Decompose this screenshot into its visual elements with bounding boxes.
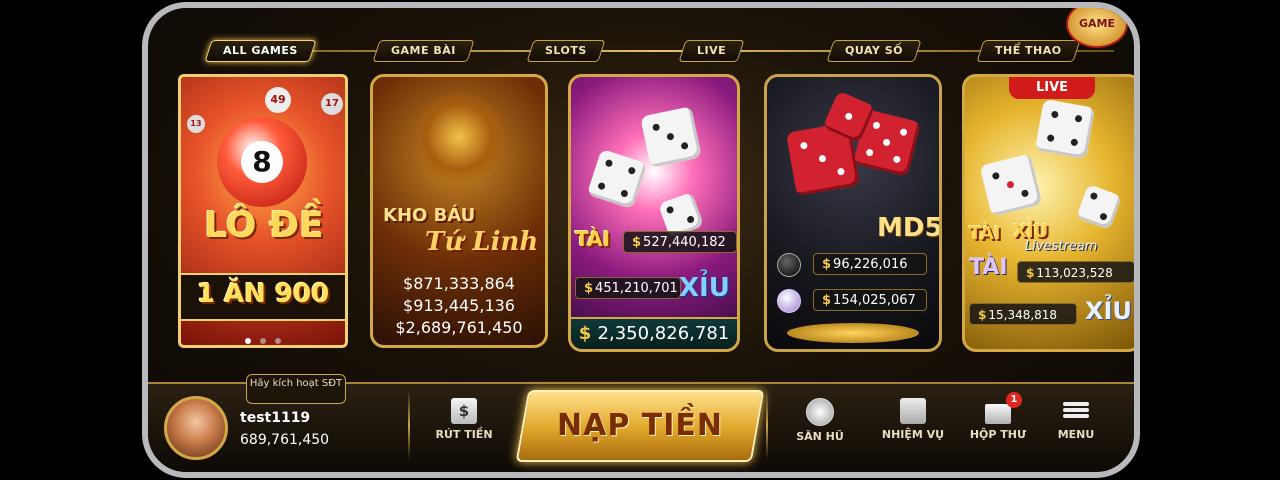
- menu-label: MENU: [1057, 428, 1095, 441]
- small-ball: 13: [187, 115, 205, 133]
- mailbox-label: HỘP THƯ: [969, 428, 1027, 441]
- card-pager: [181, 329, 345, 345]
- tab-all-games[interactable]: ALL GAMES: [204, 40, 317, 62]
- tabs-divider: [208, 50, 1114, 52]
- lottery-ball-main: 8: [217, 117, 307, 207]
- tab-quay-so[interactable]: QUAY SỐ: [826, 40, 922, 62]
- withdraw-icon: $: [451, 398, 477, 424]
- tab-label: GAME BÀI: [391, 44, 456, 57]
- missions-button[interactable]: NHIỆM VỤ: [870, 398, 956, 441]
- khobau-title-line1: KHO BÁU: [383, 205, 476, 226]
- lode-tagline: 1 ĂN 900: [196, 279, 330, 309]
- xiu-amount-pill: $451,210,701: [575, 277, 681, 299]
- divider: [408, 390, 410, 460]
- bottom-bar: Hãy kích hoạt SĐT test1119 689,761,450 $…: [148, 374, 1134, 472]
- dice-icon: [1034, 98, 1096, 160]
- game-lobby-screen: ALL GAMES GAME BÀI SLOTS LIVE QUAY SỐ TH…: [148, 8, 1134, 472]
- tab-slots[interactable]: SLOTS: [526, 40, 606, 62]
- lode-title: LÔ ĐỀ: [204, 205, 324, 246]
- md5-label: MD5: [877, 213, 942, 243]
- withdraw-button[interactable]: $ RÚT TIỀN: [424, 398, 504, 441]
- pager-dot[interactable]: [244, 338, 251, 344]
- jackpot-hunt-label: SĂN HŨ: [796, 430, 844, 443]
- jackpot-value: $913,445,136: [403, 296, 515, 315]
- mail-icon: [985, 404, 1011, 424]
- coin-pile-icon: [787, 323, 919, 343]
- device-frame: ALL GAMES GAME BÀI SLOTS LIVE QUAY SỐ TH…: [142, 2, 1140, 478]
- hamburger-icon: [1063, 402, 1089, 424]
- taixiu-jackpot-bar: $ 2,350,826,781: [571, 317, 737, 349]
- live-title-tai: TÀI: [969, 223, 1001, 244]
- game-card-kho-bau[interactable]: KHO BÁU Tứ Linh $871,333,864 $913,445,13…: [370, 74, 548, 348]
- dice-icon: [586, 148, 648, 210]
- avatar[interactable]: [164, 396, 228, 460]
- category-tabs: ALL GAMES GAME BÀI SLOTS LIVE QUAY SỐ TH…: [204, 38, 1114, 62]
- tab-the-thao[interactable]: THỂ THAO: [976, 40, 1081, 62]
- live-xiu-amount-pill: $15,348,818: [969, 303, 1077, 325]
- xiu-label: XỈU: [679, 273, 730, 303]
- live-xiu-amount: 15,348,818: [988, 308, 1058, 322]
- live-xiu-label: XỈU: [1085, 297, 1132, 325]
- live-tai-amount: 113,023,528: [1036, 266, 1113, 280]
- tab-label: QUAY SỐ: [845, 44, 903, 57]
- small-ball: 17: [321, 93, 343, 115]
- md5-amount1: 96,226,016: [833, 257, 908, 272]
- game-card-tai-xiu[interactable]: TÀI $527,440,182 $451,210,701 XỈU $ 2,35…: [568, 74, 740, 352]
- dice-icon: [640, 106, 702, 168]
- username: test1119: [240, 410, 311, 426]
- jackpot-hunt-button[interactable]: SĂN HŨ: [782, 398, 858, 443]
- md5-amount2-pill: $154,025,067: [813, 289, 927, 311]
- mail-count-badge: 1: [1006, 392, 1022, 408]
- jackpot-value: $2,689,761,450: [395, 318, 523, 337]
- menu-button[interactable]: MENU: [1048, 398, 1104, 441]
- tab-label: SLOTS: [545, 44, 587, 57]
- gift-icon: [900, 398, 926, 424]
- lode-tagline-bar: 1 ĂN 900: [181, 273, 345, 321]
- live-subtitle: Livestream: [1025, 239, 1098, 254]
- deposit-label: NẠP TIỀN: [557, 408, 723, 443]
- game-card-livestream[interactable]: LIVE TÀI XỈU Livestream TÀI $113,023,528…: [962, 74, 1134, 352]
- mailbox-button[interactable]: HỘP THƯ 1: [960, 392, 1036, 441]
- white-ball-icon: [777, 289, 801, 313]
- black-ball-icon: [777, 253, 801, 277]
- md5-amount1-pill: $96,226,016: [813, 253, 927, 275]
- tab-live[interactable]: LIVE: [678, 40, 745, 62]
- md5-amount2: 154,025,067: [833, 293, 916, 308]
- tai-label: TÀI: [575, 227, 611, 251]
- dice-icon: [1075, 183, 1123, 231]
- activate-phone-button[interactable]: Hãy kích hoạt SĐT: [246, 374, 346, 404]
- tab-label: ALL GAMES: [223, 44, 298, 57]
- pager-dot[interactable]: [260, 338, 266, 344]
- tai-amount-pill: $527,440,182: [623, 231, 737, 253]
- dice-icon: [979, 153, 1043, 217]
- taixiu-jackpot-value: 2,350,826,781: [597, 323, 730, 344]
- live-tai-label: TÀI: [969, 255, 1008, 280]
- small-ball: 49: [265, 87, 291, 113]
- khobau-title-line2: Tứ Linh: [425, 227, 539, 257]
- ball-number: 8: [241, 141, 283, 183]
- pager-dot[interactable]: [275, 338, 282, 344]
- user-balance: 689,761,450: [240, 432, 330, 448]
- deposit-button[interactable]: NẠP TIỀN: [515, 390, 765, 462]
- withdraw-label: RÚT TIỀN: [435, 428, 493, 441]
- divider: [766, 390, 768, 460]
- tab-label: LIVE: [697, 44, 727, 57]
- game-card-lode[interactable]: 8 49 17 13 LÔ ĐỀ 1 ĂN 900: [178, 74, 348, 348]
- xiu-amount: 451,210,701: [595, 281, 678, 296]
- tab-label: THỂ THAO: [995, 44, 1062, 57]
- taixiu-jackpot: $ 2,350,826,781: [578, 323, 730, 344]
- missions-label: NHIỆM VỤ: [881, 428, 945, 441]
- live-tai-amount-pill: $113,023,528: [1017, 261, 1134, 283]
- jackpot-seal-icon: [806, 398, 834, 426]
- jackpot-value: $871,333,864: [403, 274, 515, 293]
- dragon-icon: [413, 91, 505, 183]
- live-badge: LIVE: [1009, 77, 1095, 99]
- game-card-md5[interactable]: MD5 $96,226,016 $154,025,067: [764, 74, 942, 352]
- tab-game-bai[interactable]: GAME BÀI: [372, 40, 475, 62]
- tai-amount: 527,440,182: [643, 235, 726, 250]
- khobau-jackpot-list: $871,333,864 $913,445,136 $2,689,761,450: [373, 273, 545, 339]
